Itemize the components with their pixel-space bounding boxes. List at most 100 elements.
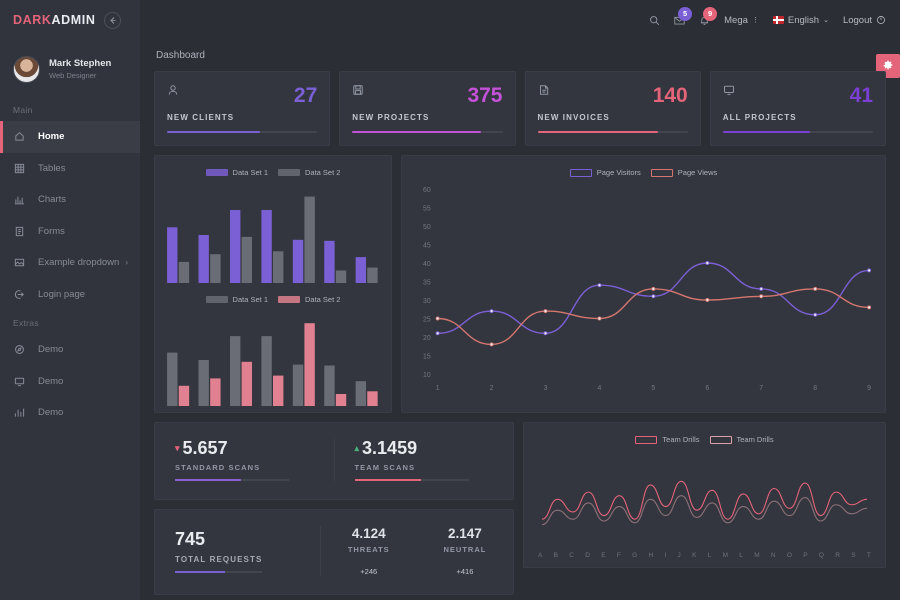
form-icon [0,226,38,237]
team-drills-chart[interactable] [534,450,875,550]
axis-tick-label: M [754,552,760,560]
monitor-icon [723,83,735,101]
home-icon [0,131,38,142]
sidebar-item-login-page[interactable]: Login page [0,279,140,311]
stat-value: 140 [652,84,688,107]
stat-card[interactable]: 41 ALL PROJECTS [709,71,886,146]
legend-label: Page Views [677,168,718,177]
image-icon [0,257,38,268]
avatar [13,56,40,83]
legend-swatch [709,435,732,444]
line-chart-page-traffic[interactable]: 60555045403530252015101 2 3 4 5 6 7 8 9 [412,183,875,398]
content-area: Dashboard 27 NEW CLIENTS 375 NEW PROJECTS 14… [140,40,900,600]
stat-progress [167,131,318,133]
stat-card[interactable]: 27 NEW CLIENTS [154,71,331,146]
sidebar-collapse-button[interactable] [104,11,122,29]
stat-card[interactable]: 375 NEW PROJECTS [339,71,516,146]
messages-badge: 5 [678,6,693,21]
axis-tick-label: L [739,552,743,560]
messages-button[interactable]: 5 [674,6,693,26]
svg-text:6: 6 [705,385,709,392]
legend-item[interactable]: Team Drills [709,435,774,444]
sidebar: DARKADMIN Mark Stephen Web Designer Main… [0,0,140,600]
bar-bottom-legend: Data Set 1 Data Set 2 [163,291,383,310]
compass-icon [0,344,38,355]
svg-text:4: 4 [598,385,602,392]
power-icon [877,16,885,24]
search-icon [650,15,660,25]
legend-label: Data Set 1 [232,168,268,177]
legend-swatch [569,168,592,177]
svg-text:15: 15 [423,353,431,360]
bar-chart-bottom[interactable] [163,310,383,406]
stat-value: 27 [293,84,318,107]
bottom-left-column: ▾ 5.657 STANDARD SCANS ▴ 3.1459 TEAM SCANS 74… [154,422,514,595]
svg-text:35: 35 [423,279,431,286]
axis-tick-label: J [677,552,681,560]
stat-value: 375 [467,84,503,107]
profile-role: Web Designer [49,70,97,80]
metric-number: 4.124 [351,526,386,541]
svg-text:20: 20 [423,335,431,342]
legend-item[interactable]: Data Set 2 [278,168,340,177]
axis-tick-label: L [707,552,712,560]
stat-label: ALL PROJECTS [722,113,797,122]
axis-tick-label: H [648,552,654,560]
notifications-button[interactable]: 9 [699,6,718,26]
sidebar-item-home[interactable]: Home [0,121,140,153]
svg-text:50: 50 [423,224,431,231]
dashboard-app: DARKADMIN Mark Stephen Web Designer Main… [0,0,900,600]
language-label: English [787,14,820,26]
scan-label: STANDARD SCANS [175,463,261,472]
logout-label: Logout [842,14,872,26]
metric-title: THREATS [347,545,390,554]
legend-swatch [650,168,673,177]
stat-value: 41 [849,84,873,107]
stat-label: NEW PROJECTS [352,113,430,122]
total-requests-progress [175,570,262,573]
svg-text:30: 30 [423,298,431,305]
sidebar-item-example-dropdown[interactable]: Example dropdown › [0,247,140,279]
team-drills-legend: Team Drills Team Drills [534,431,875,450]
logout-button[interactable]: Logout [843,15,886,26]
legend-item[interactable]: Page Views [650,168,718,177]
axis-tick-label: E [601,552,606,560]
legend-item[interactable]: Data Set 2 [278,295,340,304]
profile[interactable]: Mark Stephen Web Designer [0,40,140,97]
sidebar-item-charts[interactable]: Charts [0,184,140,216]
legend-item[interactable]: Page Visitors [569,168,641,177]
scan-progress [175,479,290,481]
progress-fill [175,479,242,481]
bar-chart-top[interactable] [163,183,383,283]
request-metric: 4.124 THREATS +246 [321,526,417,576]
stat-progress [722,131,873,133]
sidebar-nav: Main Home Tables Charts Forms Example dropdow… [0,97,140,429]
brand: DARKADMIN [0,0,140,40]
search-button[interactable] [649,15,660,26]
legend-item[interactable]: Team Drills [635,435,700,444]
sidebar-item-demo[interactable]: Demo [0,334,140,366]
sidebar-item-demo[interactable]: Demo [0,397,140,429]
sidebar-item-demo[interactable]: Demo [0,366,140,398]
legend-swatch [278,169,300,176]
axis-tick-label: A [538,552,543,560]
sidebar-item-label: Login page [38,288,86,300]
language-selector[interactable]: English ⌄ [772,14,829,26]
save-icon [352,83,364,101]
stat-card[interactable]: 140 NEW INVOICES [524,71,701,146]
sidebar-section-title: Extras [13,318,39,328]
bar-top-legend: Data Set 1 Data Set 2 [163,164,383,183]
notifications-badge: 9 [703,6,718,21]
sidebar-item-forms[interactable]: Forms [0,216,140,248]
sidebar-item-tables[interactable]: Tables [0,153,140,185]
sidebar-item-label: Demo [38,407,64,419]
total-requests-value: 745 [175,528,206,549]
sidebar-item-label: Forms [38,225,65,237]
legend-item[interactable]: Data Set 1 [205,295,268,304]
charts-row: Data Set 1 Data Set 2 Data Set 1 Data Se… [154,155,886,413]
brand-logo[interactable]: DARKADMIN [13,13,95,27]
mega-menu-button[interactable]: Mega ⋮ [724,15,759,26]
monitor-icon [0,376,38,387]
scan-metric: ▾ 5.657 STANDARD SCANS [155,439,334,481]
legend-item[interactable]: Data Set 1 [205,168,268,177]
